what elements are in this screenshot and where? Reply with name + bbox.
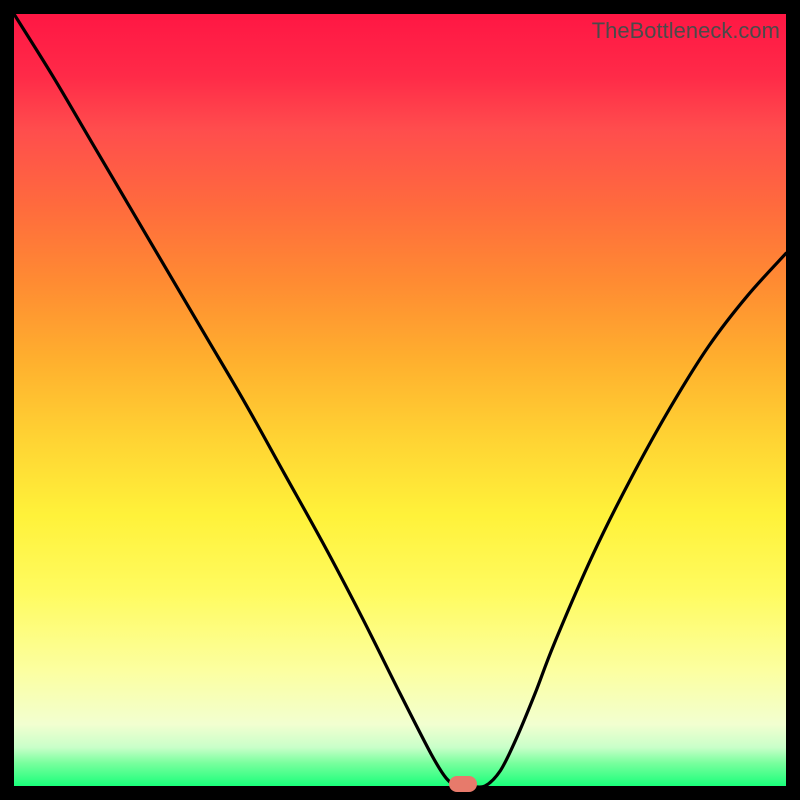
watermark-text: TheBottleneck.com (592, 18, 780, 44)
gradient-background (14, 14, 786, 786)
chart-frame: TheBottleneck.com (14, 14, 786, 786)
